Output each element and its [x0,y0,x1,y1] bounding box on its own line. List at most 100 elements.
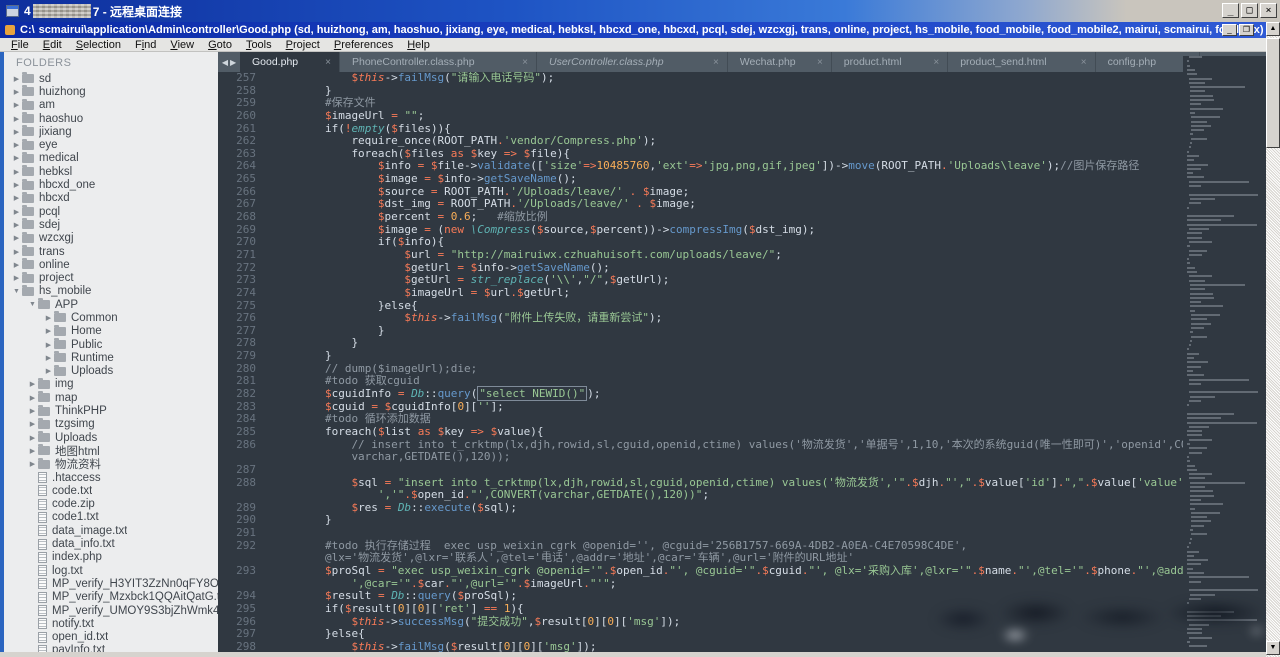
expand-arrow-icon[interactable]: ▶ [44,327,53,335]
tab-Good.php[interactable]: Good.php × [240,52,340,72]
sidebar-folder-Common[interactable]: ▶ Common [4,311,218,324]
sidebar-folder-hebksl[interactable]: ▶ hebksl [4,165,218,178]
sidebar-folder-trans[interactable]: ▶ trans [4,245,218,258]
close-button[interactable]: × [1260,3,1277,18]
tab-close-icon[interactable]: × [713,57,719,68]
sidebar-file-data_info.txt[interactable]: data_info.txt [4,537,218,550]
sidebar-file-MP_verify_Mzxbck1QQAitQatG.txt[interactable]: MP_verify_Mzxbck1QQAitQatG.txt [4,591,218,604]
sidebar-folder-hbcxd[interactable]: ▶ hbcxd [4,191,218,205]
sublime-restore-button[interactable]: ❐ [1239,24,1254,36]
tab-scroll-left-icon[interactable]: ◀ [222,58,228,67]
sidebar-folder-img[interactable]: ▶ img [4,377,218,391]
expand-arrow-icon[interactable]: ▶ [28,447,37,455]
expand-arrow-icon[interactable]: ▶ [28,420,37,428]
menu-item-goto[interactable]: Goto [201,39,239,51]
sidebar-folder-tzgsimg[interactable]: ▶ tzgsimg [4,417,218,431]
sidebar-file-payInfo.txt[interactable]: payInfo.txt [4,644,218,652]
expand-arrow-icon[interactable]: ▶ [44,314,53,322]
code-editor[interactable]: 257 $this->failMsg("请输入电话号码"); 258} 259 #保存文… [218,72,1183,654]
expand-arrow-icon[interactable]: ▶ [28,460,37,468]
menu-item-help[interactable]: Help [400,39,437,51]
maximize-button[interactable]: □ [1241,3,1258,18]
sidebar-folder-Uploads[interactable]: ▶ Uploads [4,431,218,444]
menu-item-tools[interactable]: Tools [239,39,279,51]
sidebar-file-code.zip[interactable]: code.zip [4,498,218,511]
expand-arrow-icon[interactable]: ▶ [12,261,21,269]
expand-arrow-icon[interactable]: ▶ [12,248,21,256]
expand-arrow-icon[interactable]: ▶ [28,394,37,402]
sidebar-folder-地图html[interactable]: ▶ 地图html [4,444,218,458]
scrollbar-thumb[interactable] [1266,38,1280,148]
sidebar-folder-APP[interactable]: ▼ APP [4,298,218,311]
expand-arrow-icon[interactable]: ▶ [44,354,53,362]
sidebar-folder-project[interactable]: ▶ project [4,271,218,284]
sidebar-folder-ThinkPHP[interactable]: ▶ ThinkPHP [4,404,218,417]
tab-close-icon[interactable]: × [1081,57,1087,68]
expand-arrow-icon[interactable]: ▶ [12,274,21,282]
expand-arrow-icon[interactable]: ▶ [12,234,21,242]
expand-arrow-icon[interactable]: ▶ [12,154,21,162]
sidebar-folder-eye[interactable]: ▶ eye [4,138,218,151]
sidebar-folder-medical[interactable]: ▶ medical [4,151,218,165]
expand-arrow-icon[interactable]: ▶ [12,221,21,229]
expand-arrow-icon[interactable]: ▶ [44,341,53,349]
sidebar-folder-map[interactable]: ▶ map [4,391,218,404]
menu-item-project[interactable]: Project [279,39,327,51]
sidebar-folder-wzcxgj[interactable]: ▶ wzcxgj [4,231,218,245]
expand-arrow-icon[interactable]: ▶ [12,168,21,176]
scroll-down-arrow[interactable]: ▼ [1266,641,1280,655]
menu-item-preferences[interactable]: Preferences [327,39,400,51]
sidebar-folder-Runtime[interactable]: ▶ Runtime [4,351,218,364]
sidebar-folder-huizhong[interactable]: ▶ huizhong [4,85,218,98]
sidebar-folder-Home[interactable]: ▶ Home [4,324,218,338]
sublime-minimize-button[interactable]: _ [1222,24,1237,36]
sidebar-folder-jixiang[interactable]: ▶ jixiang [4,125,218,138]
tab-product_send.html[interactable]: product_send.html × [948,52,1096,72]
sidebar-file-MP_verify_UMOY9S3bjZhWmk4u.txt[interactable]: MP_verify_UMOY9S3bjZhWmk4u.txt [4,604,218,617]
tab-close-icon[interactable]: × [325,57,331,68]
expand-arrow-icon[interactable]: ▶ [12,181,21,189]
expand-arrow-icon[interactable]: ▶ [12,101,21,109]
sidebar-folder-Public[interactable]: ▶ Public [4,338,218,351]
sidebar-folder-hbcxd_one[interactable]: ▶ hbcxd_one [4,178,218,191]
sidebar-folder-am[interactable]: ▶ am [4,98,218,112]
sidebar-file-notify.txt[interactable]: notify.txt [4,617,218,630]
scroll-up-arrow[interactable]: ▲ [1266,22,1280,36]
menu-item-find[interactable]: Find [128,39,163,51]
sidebar-file-.htaccess[interactable]: .htaccess [4,471,218,484]
sidebar-folder-Uploads[interactable]: ▶ Uploads [4,364,218,378]
tab-Wechat.php[interactable]: Wechat.php × [728,52,832,72]
menu-item-file[interactable]: File [4,39,36,51]
sidebar-file-index.php[interactable]: index.php [4,551,218,564]
menu-item-selection[interactable]: Selection [69,39,128,51]
sidebar-folder-pcql[interactable]: ▶ pcql [4,205,218,218]
expand-arrow-icon[interactable]: ▶ [12,208,21,216]
expand-arrow-icon[interactable]: ▶ [28,380,37,388]
sidebar-folder-sd[interactable]: ▶ sd [4,72,218,85]
tab-close-icon[interactable]: × [522,57,528,68]
sidebar-file-log.txt[interactable]: log.txt [4,564,218,577]
expand-arrow-icon[interactable]: ▶ [12,141,21,149]
tab-close-icon[interactable]: × [933,57,939,68]
expand-arrow-icon[interactable]: ▼ [12,288,21,295]
expand-arrow-icon[interactable]: ▶ [28,434,37,442]
tab-scroll-right-icon[interactable]: ▶ [230,58,236,67]
expand-arrow-icon[interactable]: ▶ [44,367,53,375]
tab-product.html[interactable]: product.html × [832,52,949,72]
sidebar-file-data_image.txt[interactable]: data_image.txt [4,524,218,537]
expand-arrow-icon[interactable]: ▶ [12,115,21,123]
minimap[interactable] [1183,56,1266,652]
sidebar-file-code.txt[interactable]: code.txt [4,484,218,497]
expand-arrow-icon[interactable]: ▼ [28,301,37,308]
expand-arrow-icon[interactable]: ▶ [28,407,37,415]
tab-PhoneController.class.php[interactable]: PhoneController.class.php × [340,52,537,72]
minimize-button[interactable]: _ [1222,3,1239,18]
sidebar-folder-物流资料[interactable]: ▶ 物流资料 [4,457,218,471]
sidebar-folder-sdej[interactable]: ▶ sdej [4,218,218,231]
sidebar-file-open_id.txt[interactable]: open_id.txt [4,630,218,643]
expand-arrow-icon[interactable]: ▶ [12,88,21,96]
sidebar-folder-online[interactable]: ▶ online [4,258,218,271]
menu-item-edit[interactable]: Edit [36,39,69,51]
sidebar-folder-hs_mobile[interactable]: ▼ hs_mobile [4,284,218,298]
expand-arrow-icon[interactable]: ▶ [12,194,21,202]
